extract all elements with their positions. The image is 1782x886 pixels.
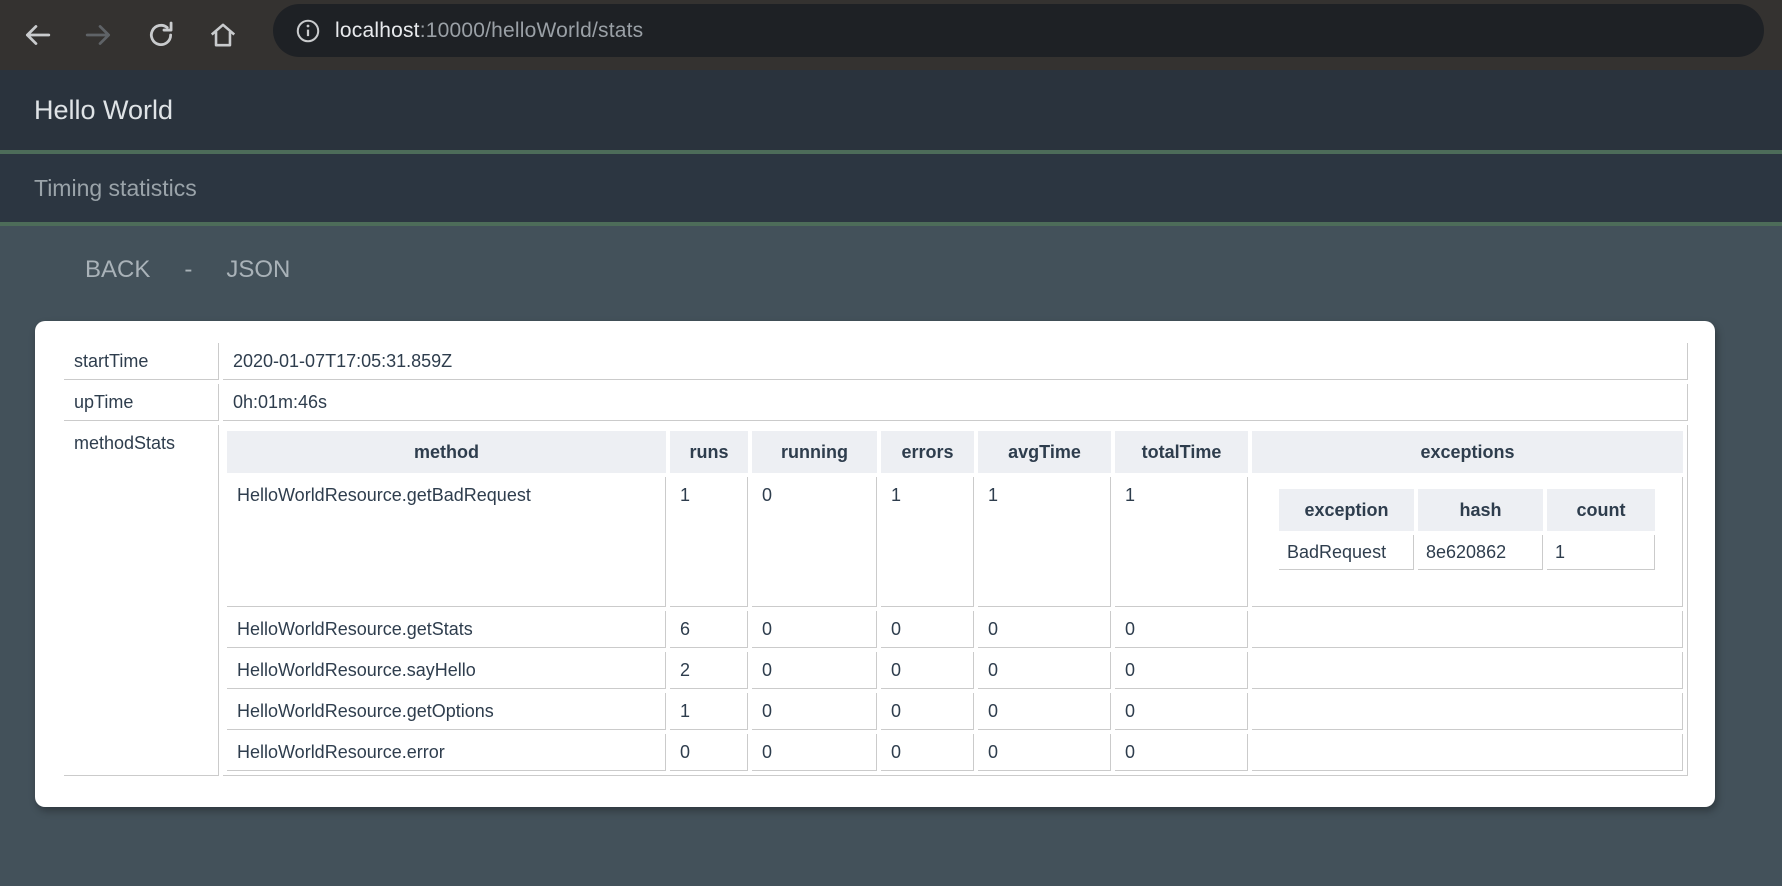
starttime-value: 2020-01-07T17:05:31.859Z: [223, 343, 1688, 380]
exception-column-header: exception: [1279, 489, 1414, 531]
avgTime-cell: 0: [978, 693, 1111, 730]
link-separator: -: [184, 256, 192, 283]
subtitle: Timing statistics: [34, 175, 197, 202]
back-link[interactable]: BACK: [85, 256, 150, 283]
stats-table: startTime 2020-01-07T17:05:31.859Z upTim…: [60, 339, 1692, 780]
header-row: exceptionhashcount: [1279, 489, 1655, 531]
totalTime-cell: 0: [1115, 693, 1248, 730]
reload-icon[interactable]: [142, 16, 180, 54]
running-cell: 0: [752, 693, 877, 730]
errors-cell: 0: [881, 611, 974, 648]
header-row: methodrunsrunningerrorsavgTimetotalTimee…: [227, 431, 1683, 473]
method-row: HelloWorldResource.getStats60000: [227, 611, 1683, 648]
hash-column-header: hash: [1418, 489, 1543, 531]
method-row: HelloWorldResource.getBadRequest10111exc…: [227, 477, 1683, 607]
method-row: HelloWorldResource.sayHello20000: [227, 652, 1683, 689]
exceptions-table: exceptionhashcount BadRequest8e6208621: [1275, 485, 1659, 574]
avgTime-cell: 0: [978, 734, 1111, 771]
method-cell: HelloWorldResource.sayHello: [227, 652, 666, 689]
exceptions-cell: [1252, 611, 1683, 648]
exception-row: BadRequest8e6208621: [1279, 535, 1655, 570]
avgTime-cell: 0: [978, 611, 1111, 648]
totalTime-cell: 0: [1115, 611, 1248, 648]
exceptions-cell: [1252, 693, 1683, 730]
runs-cell: 1: [670, 477, 748, 607]
errors-cell: 0: [881, 652, 974, 689]
errors-cell: 1: [881, 477, 974, 607]
method-row: HelloWorldResource.error00000: [227, 734, 1683, 771]
exception-cell: BadRequest: [1279, 535, 1414, 570]
exceptions-cell: [1252, 652, 1683, 689]
running-cell: 0: [752, 652, 877, 689]
runs-cell: 2: [670, 652, 748, 689]
exceptions-column-header: exceptions: [1252, 431, 1683, 473]
running-cell: 0: [752, 477, 877, 607]
runs-cell: 1: [670, 693, 748, 730]
errors-cell: 0: [881, 693, 974, 730]
errors-cell: 0: [881, 734, 974, 771]
method-stats-table: methodrunsrunningerrorsavgTimetotalTimee…: [223, 427, 1687, 775]
avgTime-column-header: avgTime: [978, 431, 1111, 473]
table-row: upTime 0h:01m:46s: [64, 384, 1688, 421]
methodstats-label: methodStats: [64, 425, 219, 776]
back-icon[interactable]: [18, 16, 56, 54]
method-row: HelloWorldResource.getOptions10000: [227, 693, 1683, 730]
exceptions-cell: exceptionhashcount BadRequest8e6208621: [1252, 477, 1683, 607]
app-header: Hello World: [0, 70, 1782, 150]
page-title: Hello World: [34, 95, 173, 126]
running-column-header: running: [752, 431, 877, 473]
totalTime-column-header: totalTime: [1115, 431, 1248, 473]
table-row: methodStats methodrunsrunningerrorsavgTi…: [64, 425, 1688, 776]
totalTime-cell: 0: [1115, 652, 1248, 689]
sub-header: Timing statistics: [0, 154, 1782, 222]
nav-links: BACK - JSON: [0, 226, 1782, 284]
uptime-value: 0h:01m:46s: [223, 384, 1688, 421]
uptime-label: upTime: [64, 384, 219, 421]
method-cell: HelloWorldResource.getStats: [227, 611, 666, 648]
method-cell: HelloWorldResource.getBadRequest: [227, 477, 666, 607]
method-cell: HelloWorldResource.error: [227, 734, 666, 771]
exceptions-cell: [1252, 734, 1683, 771]
hash-cell: 8e620862: [1418, 535, 1543, 570]
url-host: localhost: [335, 19, 420, 42]
url-text[interactable]: localhost:10000/helloWorld/stats: [335, 19, 643, 43]
totalTime-cell: 1: [1115, 477, 1248, 607]
starttime-label: startTime: [64, 343, 219, 380]
totalTime-cell: 0: [1115, 734, 1248, 771]
runs-column-header: runs: [670, 431, 748, 473]
methodstats-cell: methodrunsrunningerrorsavgTimetotalTimee…: [223, 425, 1688, 776]
running-cell: 0: [752, 734, 877, 771]
address-bar[interactable]: localhost:10000/helloWorld/stats: [273, 4, 1764, 57]
home-icon[interactable]: [204, 16, 242, 54]
table-row: startTime 2020-01-07T17:05:31.859Z: [64, 343, 1688, 380]
method-cell: HelloWorldResource.getOptions: [227, 693, 666, 730]
avgTime-cell: 1: [978, 477, 1111, 607]
url-path: :10000/helloWorld/stats: [420, 19, 644, 42]
info-icon[interactable]: [295, 18, 321, 44]
running-cell: 0: [752, 611, 877, 648]
runs-cell: 0: [670, 734, 748, 771]
runs-cell: 6: [670, 611, 748, 648]
forward-icon[interactable]: [80, 16, 118, 54]
method-column-header: method: [227, 431, 666, 473]
avgTime-cell: 0: [978, 652, 1111, 689]
stats-panel: startTime 2020-01-07T17:05:31.859Z upTim…: [35, 321, 1715, 807]
count-column-header: count: [1547, 489, 1655, 531]
json-link[interactable]: JSON: [226, 256, 290, 283]
count-cell: 1: [1547, 535, 1655, 570]
browser-toolbar: localhost:10000/helloWorld/stats: [0, 0, 1782, 70]
browser-nav-icons: [18, 0, 242, 70]
errors-column-header: errors: [881, 431, 974, 473]
